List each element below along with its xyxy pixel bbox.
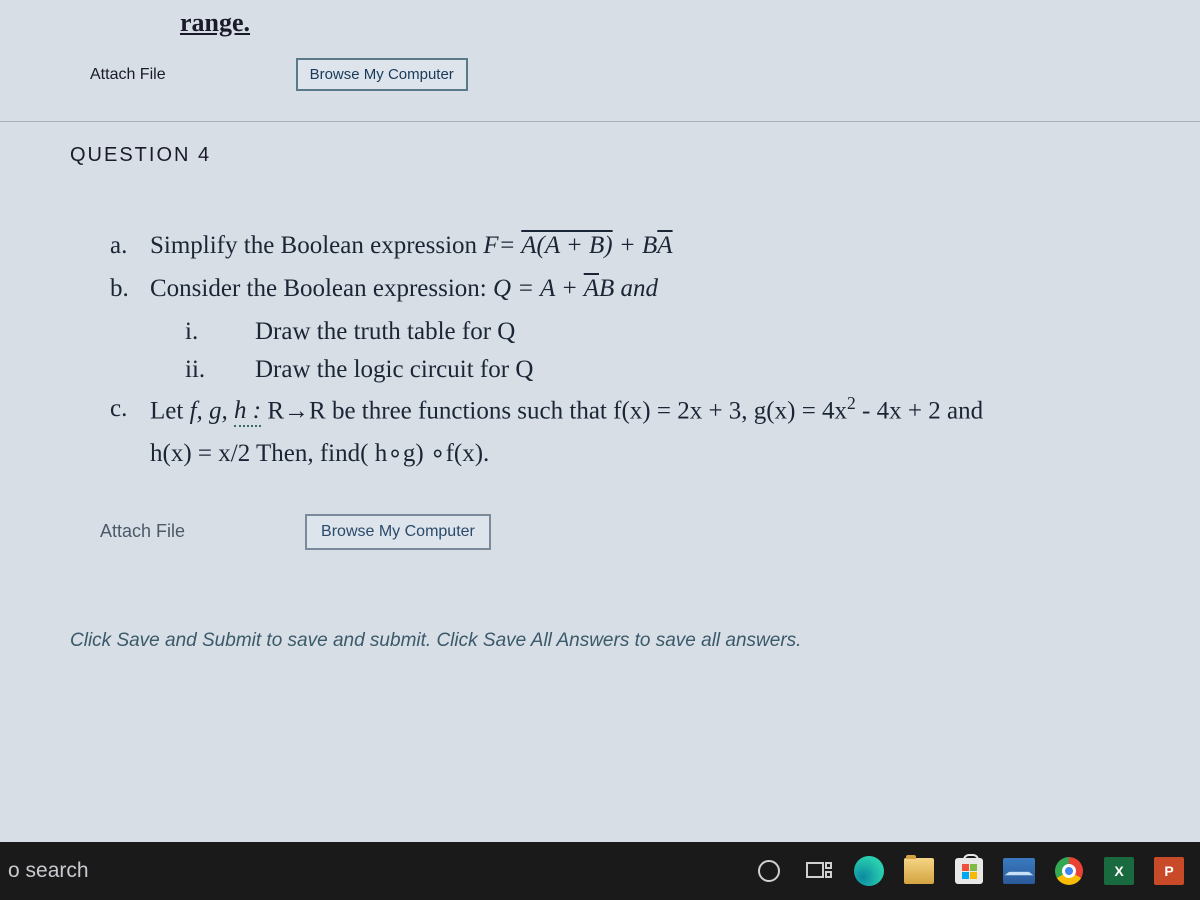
range-heading: range. [180,0,1200,38]
mail-icon[interactable] [996,850,1042,892]
exponent: 2 [847,393,856,413]
overline-term: A(A + B) [521,232,612,259]
edge-browser-icon[interactable] [846,850,892,892]
attach-file-row-q4: Attach File Browse My Computer [0,494,1200,590]
text-fragment: F= [483,232,521,259]
question-item-c: c. Let f, g, h : R→R be three functions … [110,390,1160,431]
question-body: a. Simplify the Boolean expression F= A(… [0,187,1200,494]
text-fragment: - 4x + 2 and [856,397,983,424]
item-letter: a. [110,227,150,266]
cortana-icon[interactable] [746,850,792,892]
taskbar-search-text[interactable]: o search [8,859,109,883]
attach-file-row-top: Attach File Browse My Computer [0,38,1200,121]
item-c-text: Let f, g, h : R→R be three functions suc… [150,390,983,431]
text-fragment: Consider the Boolean expression: [150,275,493,302]
text-fragment: f, g, [190,397,234,424]
browse-my-computer-button[interactable]: Browse My Computer [296,58,468,91]
question-item-b: b. Consider the Boolean expression: Q = … [110,270,1160,309]
text-fragment: Simplify the Boolean expression [150,232,483,259]
text-fragment: + B [613,232,658,259]
task-view-icon[interactable] [796,850,842,892]
text-fragment: B and [599,275,658,302]
question-sub-i: i. Draw the truth table for Q [185,313,1160,352]
attach-file-label: Attach File [90,66,166,84]
file-explorer-icon[interactable] [896,850,942,892]
text-fragment: Let [150,397,190,424]
overline-term: A [657,232,672,259]
function-h: h : [234,397,261,427]
browse-my-computer-button[interactable]: Browse My Computer [305,514,491,550]
sub-ii-text: Draw the logic circuit for Q [255,351,533,390]
question-header: QUESTION 4 [0,122,1200,187]
save-submit-instructions: Click Save and Submit to save and submit… [0,590,1200,652]
sub-i-text: Draw the truth table for Q [255,313,515,352]
item-letter: c. [110,390,150,431]
item-b-text: Consider the Boolean expression: Q = A +… [150,270,658,309]
roman-numeral: ii. [185,351,255,390]
overline-term: A [584,275,599,302]
question-item-a: a. Simplify the Boolean expression F= A(… [110,227,1160,266]
question-sub-ii: ii. Draw the logic circuit for Q [185,351,1160,390]
text-fragment: Q = A + [493,275,584,302]
attach-file-label: Attach File [100,521,185,542]
item-a-text: Simplify the Boolean expression F= A(A +… [150,227,673,266]
microsoft-store-icon[interactable] [946,850,992,892]
item-letter: b. [110,270,150,309]
text-fragment: R→R be three functions such that f(x) = … [267,397,847,424]
content-area: range. Attach File Browse My Computer QU… [0,0,1200,850]
windows-taskbar[interactable]: o search X P [0,842,1200,900]
chrome-icon[interactable] [1046,850,1092,892]
roman-numeral: i. [185,313,255,352]
item-c-line2: h(x) = x/2 Then, find( h∘g) ∘f(x). [150,435,1160,474]
powerpoint-icon[interactable]: P [1146,850,1192,892]
excel-icon[interactable]: X [1096,850,1142,892]
